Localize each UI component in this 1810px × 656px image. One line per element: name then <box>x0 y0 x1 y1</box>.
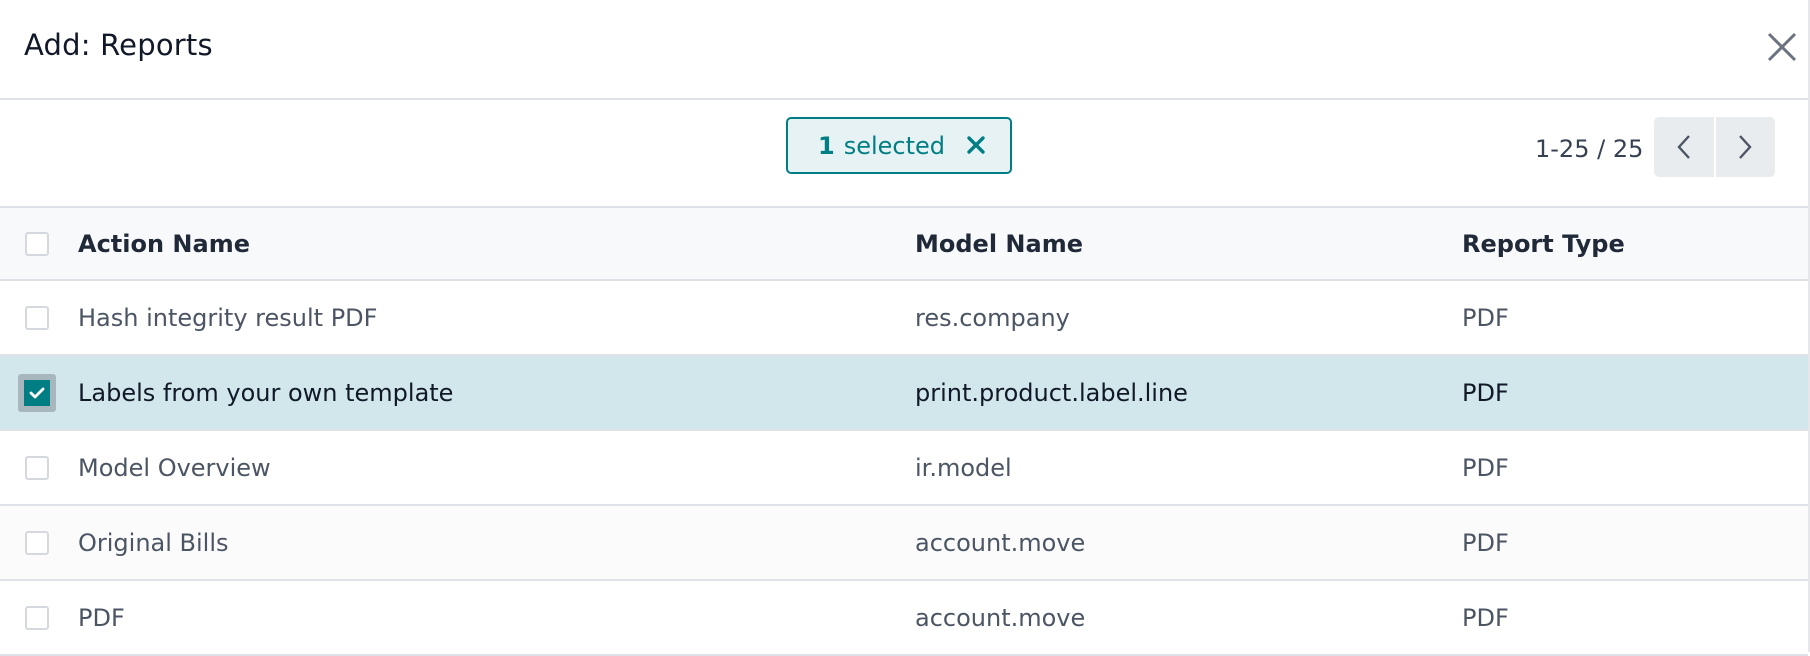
close-button[interactable] <box>1763 28 1801 66</box>
pager-buttons <box>1654 117 1775 177</box>
pager-previous-button[interactable] <box>1654 117 1714 177</box>
control-panel: 1 selected 1-25 / 25 <box>0 101 1808 208</box>
row-checkbox[interactable] <box>25 456 49 480</box>
report-type-cell: PDF <box>1462 528 1509 557</box>
selection-badge[interactable]: 1 selected <box>786 117 1012 174</box>
column-header-action-name[interactable]: Action Name <box>78 208 250 279</box>
model-name-cell: ir.model <box>915 453 1012 482</box>
report-type-cell: PDF <box>1462 378 1509 407</box>
close-icon <box>967 136 985 154</box>
report-type-cell: PDF <box>1462 603 1509 632</box>
model-name-cell: print.product.label.line <box>915 378 1188 407</box>
action-name-cell: Labels from your own template <box>78 378 454 407</box>
row-checkbox[interactable] <box>18 374 56 412</box>
report-type-cell: PDF <box>1462 303 1509 332</box>
report-type-cell: PDF <box>1462 453 1509 482</box>
modal-content: Add: Reports 1 selected 1-25 / 25 Action… <box>0 0 1810 656</box>
table-row[interactable]: Original Bills account.move PDF <box>0 506 1808 581</box>
selection-count: 1 <box>818 131 835 160</box>
model-name-cell: res.company <box>915 303 1070 332</box>
table-header: Action Name Model Name Report Type <box>0 208 1808 281</box>
chevron-right-icon <box>1739 135 1752 159</box>
select-all-checkbox[interactable] <box>25 232 49 256</box>
row-checkbox[interactable] <box>25 306 49 330</box>
table-row[interactable]: PDF account.move PDF <box>0 581 1808 656</box>
dialog-title: Add: Reports <box>24 28 213 62</box>
pager-next-button[interactable] <box>1713 117 1776 177</box>
checkmark-icon <box>29 387 45 399</box>
table-row[interactable]: Labels from your own template print.prod… <box>0 356 1808 431</box>
table-row[interactable]: Hash integrity result PDF res.company PD… <box>0 281 1808 356</box>
action-name-cell: PDF <box>78 603 125 632</box>
table-row[interactable]: Model Overview ir.model PDF <box>0 431 1808 506</box>
close-icon <box>1767 32 1797 62</box>
chevron-left-icon <box>1677 135 1690 159</box>
action-name-cell: Model Overview <box>78 453 271 482</box>
action-name-cell: Original Bills <box>78 528 229 557</box>
selection-label: selected <box>843 131 946 160</box>
model-name-cell: account.move <box>915 603 1086 632</box>
row-checkbox[interactable] <box>25 606 49 630</box>
reports-table: Action Name Model Name Report Type Hash … <box>0 208 1808 656</box>
clear-selection-button[interactable] <box>964 133 988 157</box>
model-name-cell: account.move <box>915 528 1086 557</box>
dialog-header: Add: Reports <box>0 0 1808 100</box>
add-reports-dialog: Add: Reports 1 selected 1-25 / 25 Action… <box>0 0 1810 656</box>
column-header-report-type[interactable]: Report Type <box>1462 208 1625 279</box>
pager-value[interactable]: 1-25 / 25 <box>1535 135 1643 163</box>
row-checkbox[interactable] <box>25 531 49 555</box>
action-name-cell: Hash integrity result PDF <box>78 303 378 332</box>
column-header-model-name[interactable]: Model Name <box>915 208 1083 279</box>
